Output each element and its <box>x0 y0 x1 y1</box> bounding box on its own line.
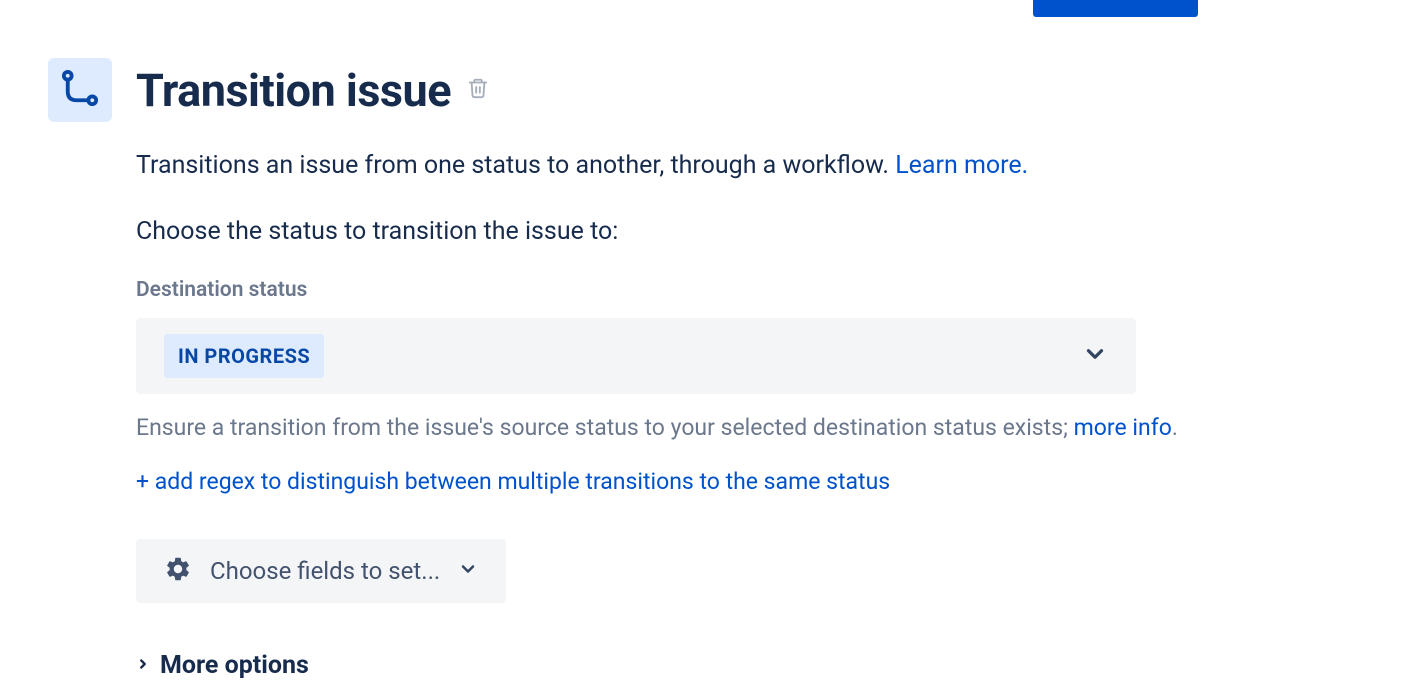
instruction-text: Choose the status to transition the issu… <box>136 217 1372 246</box>
content-area: Transition issue Transitions an issue fr… <box>0 0 1420 680</box>
chevron-down-icon <box>1082 341 1108 371</box>
description-body: Transitions an issue from one status to … <box>136 151 895 180</box>
page-title: Transition issue <box>136 64 451 117</box>
main-column: Transitions an issue from one status to … <box>136 148 1372 680</box>
choose-fields-label: Choose fields to set... <box>210 557 440 585</box>
chevron-right-icon <box>136 655 150 676</box>
more-options-toggle[interactable]: More options <box>136 651 1372 680</box>
description-text: Transitions an issue from one status to … <box>136 148 1372 183</box>
chevron-down-icon <box>458 559 478 583</box>
destination-status-select[interactable]: IN PROGRESS <box>136 318 1136 394</box>
help-text-body: Ensure a transition from the issue's sou… <box>136 414 1074 441</box>
title-row: Transition issue <box>136 64 489 117</box>
help-text-suffix: . <box>1172 414 1178 441</box>
gear-icon <box>164 555 192 587</box>
trash-icon[interactable] <box>467 77 489 103</box>
header-row: Transition issue <box>48 58 1372 122</box>
destination-status-label: Destination status <box>136 278 1372 302</box>
learn-more-link[interactable]: Learn more. <box>895 151 1028 180</box>
transition-icon-box <box>48 58 112 122</box>
destination-help-text: Ensure a transition from the issue's sou… <box>136 412 1372 444</box>
status-lozenge: IN PROGRESS <box>164 334 324 378</box>
top-action-button[interactable] <box>1033 0 1198 17</box>
workflow-icon <box>59 67 101 113</box>
more-info-link[interactable]: more info <box>1074 414 1172 441</box>
add-regex-link[interactable]: + add regex to distinguish between multi… <box>136 468 890 495</box>
more-options-label: More options <box>160 651 309 680</box>
choose-fields-button[interactable]: Choose fields to set... <box>136 539 506 603</box>
